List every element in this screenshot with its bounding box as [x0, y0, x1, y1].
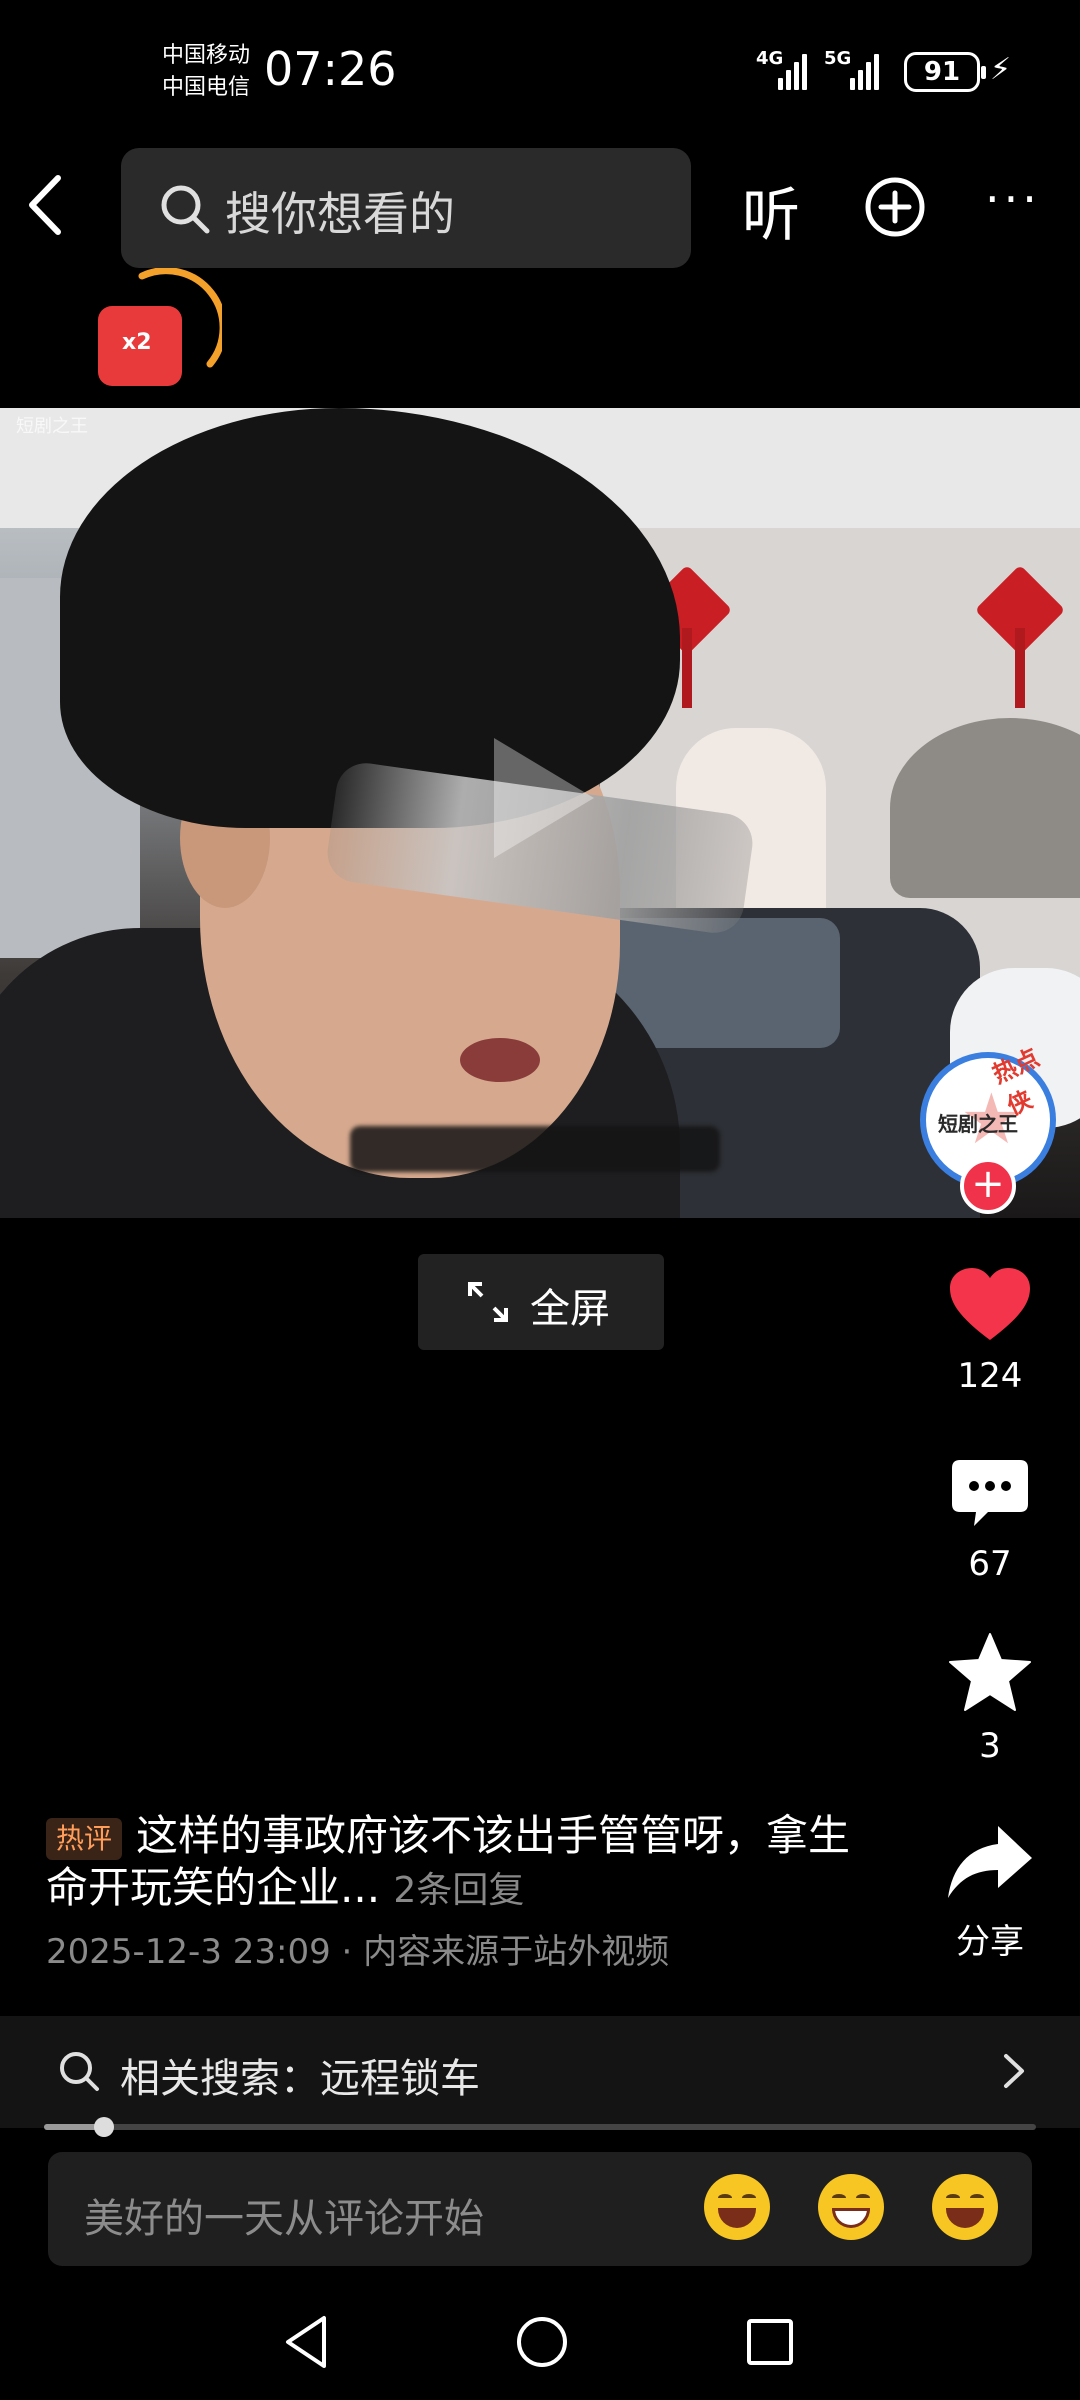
comment-button[interactable]: 67 — [930, 1458, 1050, 1584]
comment-input[interactable]: 美好的一天从评论开始 — [48, 2152, 1032, 2266]
listen-button[interactable]: 听 — [742, 168, 800, 252]
nav-back-icon[interactable] — [282, 2312, 332, 2372]
fullscreen-button[interactable]: 全屏 — [418, 1254, 664, 1350]
like-count: 124 — [957, 1356, 1023, 1396]
fullscreen-label: 全屏 — [530, 1286, 610, 1332]
status-bar: 中国移动 中国电信 07:26 4G 5G 91 ⚡ — [0, 0, 1080, 140]
signal-5g-icon: 5G — [824, 48, 896, 90]
favorite-button[interactable]: 3 — [930, 1632, 1050, 1766]
nav-home-icon[interactable] — [514, 2312, 570, 2372]
signal-4g-icon: 4G — [756, 48, 816, 90]
hot-comment[interactable]: 热评 这样的事政府该不该出手管管呀，拿生命开玩笑的企业... 2条回复 — [46, 1810, 866, 1917]
heart-icon — [950, 1268, 1030, 1340]
grin-emoji-icon[interactable] — [818, 2174, 884, 2240]
laugh-emoji-icon[interactable] — [932, 2174, 998, 2240]
video-progress-bar[interactable] — [44, 2117, 1036, 2137]
comment-placeholder: 美好的一天从评论开始 — [84, 2196, 484, 2242]
charging-bolt-icon: ⚡ — [990, 52, 1012, 87]
red-packet-reward[interactable]: x2 — [92, 268, 222, 398]
play-icon — [494, 738, 594, 858]
battery-icon: 91 — [904, 52, 986, 92]
expand-icon — [468, 1282, 508, 1322]
search-input[interactable]: 搜你想看的 — [121, 148, 691, 268]
progress-handle[interactable] — [93, 2117, 114, 2137]
follow-button[interactable]: + — [960, 1158, 1016, 1214]
favorite-count: 3 — [979, 1726, 1001, 1766]
search-icon — [161, 185, 210, 234]
related-search-bar[interactable]: 相关搜索：远程锁车 — [0, 2016, 1080, 2128]
star-icon — [949, 1633, 1031, 1711]
related-search-label: 相关搜索：远程锁车 — [120, 2056, 480, 2102]
video-player[interactable]: 短剧之王 — [0, 408, 1080, 1218]
comment-bubble-icon — [952, 1460, 1028, 1526]
search-placeholder: 搜你想看的 — [225, 187, 455, 241]
video-watermark: 短剧之王 — [16, 416, 88, 437]
avatar-name: 短剧之王 — [938, 1112, 1018, 1136]
publish-button[interactable] — [864, 176, 926, 242]
more-button[interactable]: ··· — [985, 172, 1041, 226]
back-button[interactable] — [20, 170, 86, 250]
chevron-right-icon — [1004, 2054, 1024, 2088]
hot-comment-badge: 热评 — [46, 1817, 123, 1860]
share-label: 分享 — [956, 1922, 1024, 1962]
share-arrow-icon — [948, 1826, 1032, 1898]
post-meta: 2025-12-3 23:09 · 内容来源于站外视频 — [46, 1932, 670, 1972]
reply-count-link[interactable]: 2条回复 — [393, 1870, 524, 1911]
chevron-left-icon — [29, 175, 61, 235]
search-icon — [60, 2052, 99, 2091]
carrier-2: 中国电信 — [162, 75, 251, 100]
comment-count: 67 — [968, 1544, 1012, 1584]
reward-multiplier: x2 — [122, 330, 152, 355]
like-button[interactable]: 124 — [930, 1266, 1050, 1396]
nav-recents-icon[interactable] — [744, 2312, 796, 2372]
carrier-1: 中国移动 — [162, 43, 251, 68]
plus-circle-icon — [865, 177, 925, 237]
carrier-names: 中国移动 中国电信 — [162, 40, 250, 104]
share-button[interactable]: 分享 — [930, 1824, 1050, 1963]
system-nav-bar — [0, 2290, 1080, 2400]
clock: 07:26 — [264, 42, 397, 96]
laugh-cry-emoji-icon[interactable] — [704, 2174, 770, 2240]
